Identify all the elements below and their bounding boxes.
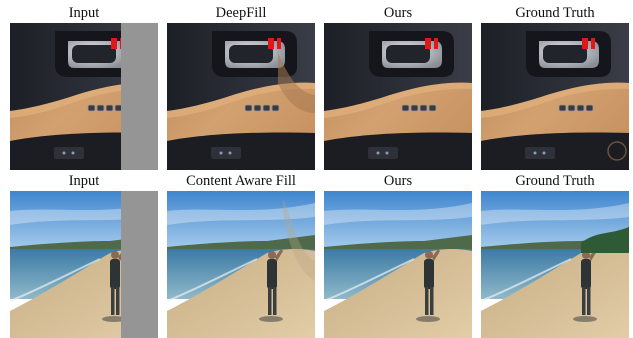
caption: Ours (383, 5, 413, 21)
panel-car-deepfill: DeepFill (167, 3, 315, 170)
beach-ours-image (324, 191, 472, 338)
gray-mask-region (121, 23, 158, 170)
car-deepfill-image (167, 23, 315, 170)
caption: Content Aware Fill (186, 173, 296, 189)
caption: Ground Truth (515, 173, 595, 189)
caption: Input (68, 173, 100, 189)
comparison-figure: Input DeepFill Ours Ground Truth Input C… (0, 0, 633, 338)
panel-beach-content-aware-fill: Content Aware Fill (167, 171, 315, 338)
caption: DeepFill (215, 5, 267, 21)
car-ground-truth-image (481, 23, 629, 170)
panel-car-ground-truth: Ground Truth (481, 3, 629, 170)
panel-beach-input: Input (10, 171, 158, 338)
panel-car-ours: Ours (324, 3, 472, 170)
caption: Ours (383, 173, 413, 189)
beach-content-aware-fill-image (167, 191, 315, 338)
gray-mask-region (121, 191, 158, 338)
beach-ground-truth-image (481, 191, 629, 338)
car-ours-image (324, 23, 472, 170)
panel-car-input: Input (10, 3, 158, 170)
car-input-image (10, 23, 158, 170)
caption: Input (68, 5, 100, 21)
panel-beach-ground-truth: Ground Truth (481, 171, 629, 338)
panel-beach-ours: Ours (324, 171, 472, 338)
beach-input-image (10, 191, 158, 338)
caption: Ground Truth (515, 5, 595, 21)
